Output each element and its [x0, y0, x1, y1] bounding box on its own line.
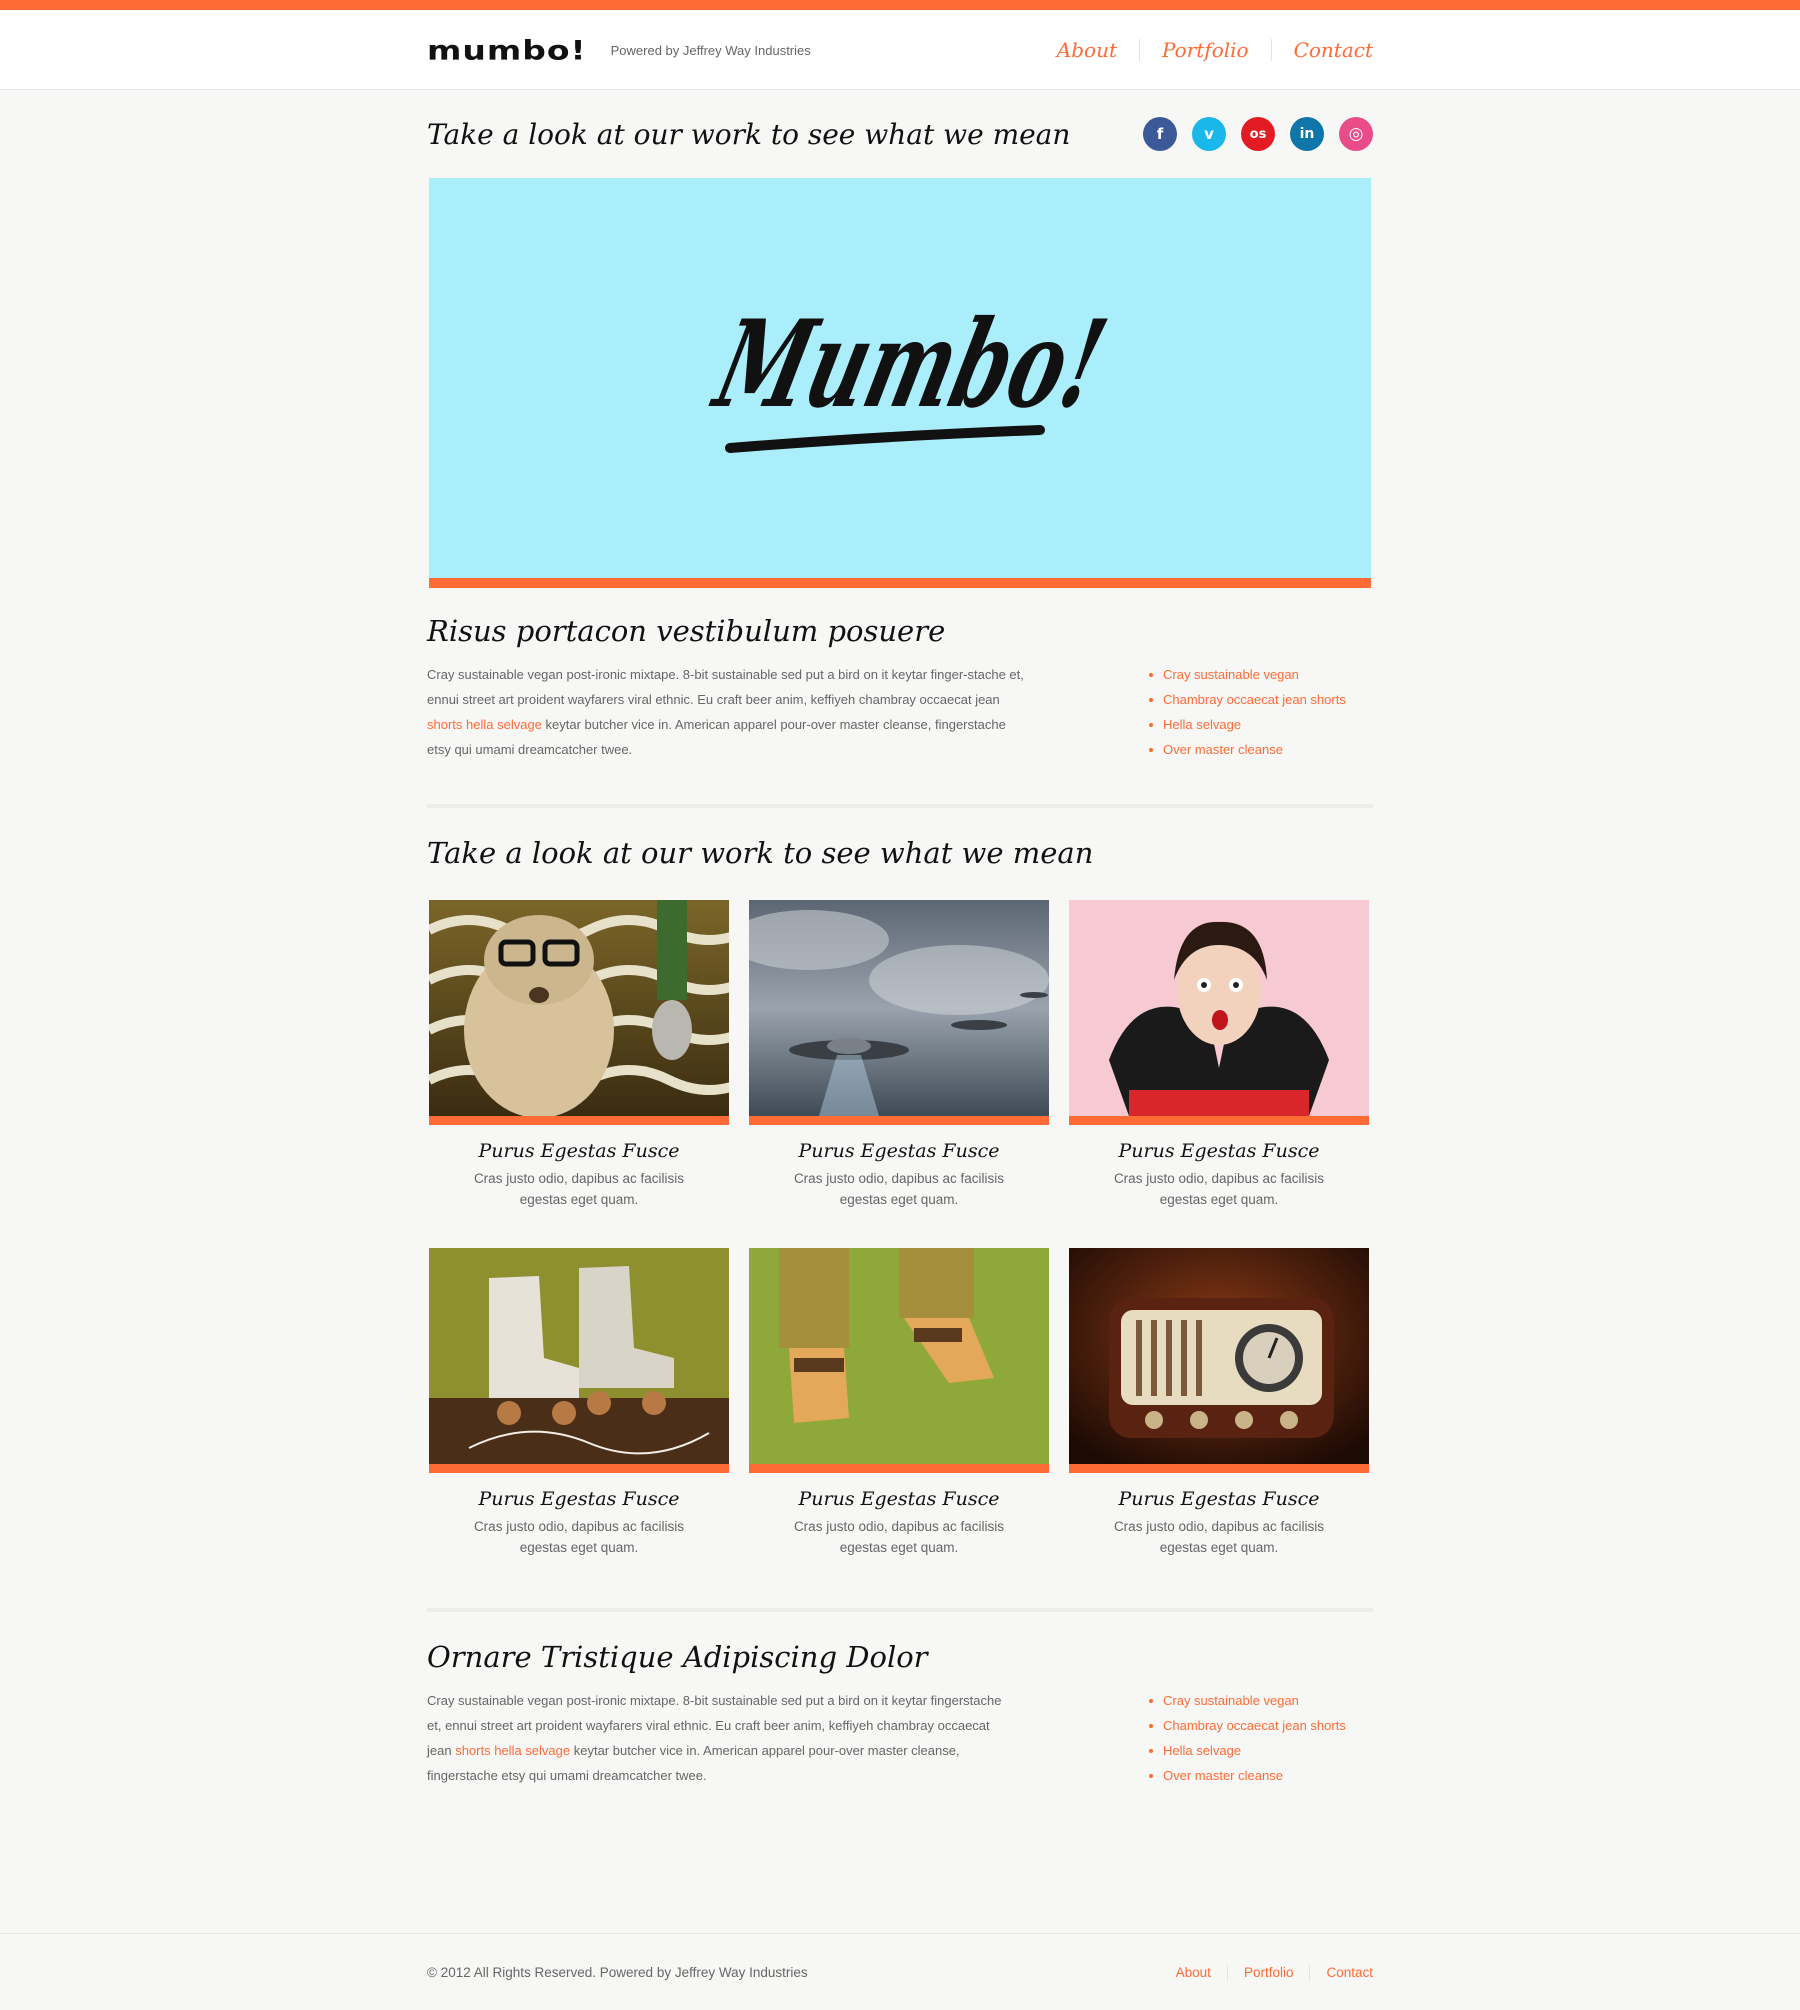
- dribbble-icon[interactable]: ◎: [1339, 117, 1373, 151]
- social-links: f v os in ◎: [1143, 117, 1373, 151]
- portfolio-thumb-shoes[interactable]: [749, 1248, 1049, 1473]
- portfolio-grid-row-2: Purus Egestas Fusce Cras justo odio, dap…: [429, 1248, 1373, 1558]
- list-item[interactable]: Cray sustainable vegan: [1149, 662, 1367, 687]
- vimeo-icon[interactable]: v: [1192, 117, 1226, 151]
- logo-text: mumbo!: [427, 34, 587, 66]
- card-description: Cras justo odio, dapibus ac facilisis eg…: [473, 1171, 685, 1207]
- portfolio-thumb-woman[interactable]: [1069, 900, 1369, 1125]
- portfolio-thumb-ufo[interactable]: [749, 900, 1049, 1125]
- card-title[interactable]: Purus Egestas Fusce: [749, 1488, 1049, 1510]
- portfolio-thumb-radio[interactable]: [1069, 1248, 1369, 1473]
- portfolio-section: Take a look at our work to see what we m…: [427, 808, 1373, 1558]
- card-description: Cras justo odio, dapibus ac facilisis eg…: [1113, 1519, 1325, 1555]
- list-item[interactable]: Over master cleanse: [1149, 737, 1367, 762]
- inline-link[interactable]: shorts hella selvage: [455, 1743, 570, 1758]
- linkedin-icon[interactable]: in: [1290, 117, 1324, 151]
- list-item[interactable]: Cray sustainable vegan: [1149, 1688, 1367, 1713]
- footer-contact-link[interactable]: Contact: [1310, 1965, 1373, 1980]
- page-tagline: Take a look at our work to see what we m…: [427, 117, 1071, 151]
- card-title[interactable]: Purus Egestas Fusce: [429, 1488, 729, 1510]
- section-title: Risus portacon vestibulum posuere: [427, 614, 946, 648]
- portfolio-card[interactable]: Purus Egestas Fusce Cras justo odio, dap…: [429, 900, 729, 1210]
- card-description: Cras justo odio, dapibus ac facilisis eg…: [793, 1519, 1005, 1555]
- top-accent-bar: [0, 0, 1800, 10]
- portfolio-title: Take a look at our work to see what we m…: [427, 836, 1094, 870]
- portfolio-grid: Purus Egestas Fusce Cras justo odio, dap…: [429, 900, 1373, 1210]
- section-title: Ornare Tristique Adipiscing Dolor: [427, 1640, 928, 1674]
- card-title[interactable]: Purus Egestas Fusce: [429, 1140, 729, 1162]
- closing-section: Ornare Tristique Adipiscing Dolor Cray s…: [427, 1612, 1373, 1788]
- list-item[interactable]: Chambray occaecat jean shorts: [1149, 1713, 1367, 1738]
- card-title[interactable]: Purus Egestas Fusce: [749, 1140, 1049, 1162]
- portfolio-card[interactable]: Purus Egestas Fusce Cras justo odio, dap…: [429, 1248, 729, 1558]
- portfolio-thumb-skates[interactable]: [429, 1248, 729, 1473]
- list-item[interactable]: Over master cleanse: [1149, 1763, 1367, 1788]
- site-footer: © 2012 All Rights Reserved. Powered by J…: [0, 1933, 1800, 2010]
- nav-portfolio-link[interactable]: Portfolio: [1140, 38, 1271, 62]
- footer-nav: About Portfolio Contact: [1160, 1964, 1373, 1981]
- footer-about-link[interactable]: About: [1160, 1965, 1227, 1980]
- hero-banner: Mumbo!: [429, 178, 1371, 588]
- footer-portfolio-link[interactable]: Portfolio: [1228, 1965, 1310, 1980]
- tagline-row: Take a look at our work to see what we m…: [427, 90, 1373, 178]
- card-title[interactable]: Purus Egestas Fusce: [1069, 1488, 1369, 1510]
- card-description: Cras justo odio, dapibus ac facilisis eg…: [473, 1519, 685, 1555]
- section-paragraph: Cray sustainable vegan post-ironic mixta…: [427, 667, 1024, 757]
- logo[interactable]: mumbo!: [427, 35, 587, 65]
- powered-by-text: Powered by Jeffrey Way Industries: [610, 42, 811, 58]
- site-header: mumbo! Powered by Jeffrey Way Industries…: [0, 10, 1800, 90]
- list-item[interactable]: Chambray occaecat jean shorts: [1149, 687, 1367, 712]
- portfolio-thumb-dog[interactable]: [429, 900, 729, 1125]
- lastfm-icon[interactable]: os: [1241, 117, 1275, 151]
- card-description: Cras justo odio, dapibus ac facilisis eg…: [793, 1171, 1005, 1207]
- list-item[interactable]: Hella selvage: [1149, 712, 1367, 737]
- portfolio-card[interactable]: Purus Egestas Fusce Cras justo odio, dap…: [749, 900, 1049, 1210]
- inline-link[interactable]: shorts hella selvage: [427, 717, 542, 732]
- list-item[interactable]: Hella selvage: [1149, 1738, 1367, 1763]
- main-nav: About Portfolio Contact: [1035, 38, 1373, 62]
- hero-logo-image: Mumbo!: [701, 294, 1119, 453]
- portfolio-card[interactable]: Purus Egestas Fusce Cras justo odio, dap…: [1069, 1248, 1369, 1558]
- hero-logo-text: Mumbo!: [701, 294, 1119, 435]
- copyright-text: © 2012 All Rights Reserved. Powered by J…: [427, 1965, 808, 1980]
- nav-about-link[interactable]: About: [1035, 38, 1139, 62]
- card-description: Cras justo odio, dapibus ac facilisis eg…: [1113, 1171, 1325, 1207]
- portfolio-card[interactable]: Purus Egestas Fusce Cras justo odio, dap…: [1069, 900, 1369, 1210]
- nav-contact-link[interactable]: Contact: [1272, 38, 1373, 62]
- card-title[interactable]: Purus Egestas Fusce: [1069, 1140, 1369, 1162]
- intro-section: Risus portacon vestibulum posuere Cray s…: [427, 588, 1373, 762]
- section-paragraph: Cray sustainable vegan post-ironic mixta…: [427, 1693, 1002, 1783]
- facebook-icon[interactable]: f: [1143, 117, 1177, 151]
- bullet-list: Cray sustainable vegan Chambray occaecat…: [1149, 1688, 1367, 1788]
- bullet-list: Cray sustainable vegan Chambray occaecat…: [1149, 662, 1367, 762]
- portfolio-card[interactable]: Purus Egestas Fusce Cras justo odio, dap…: [749, 1248, 1049, 1558]
